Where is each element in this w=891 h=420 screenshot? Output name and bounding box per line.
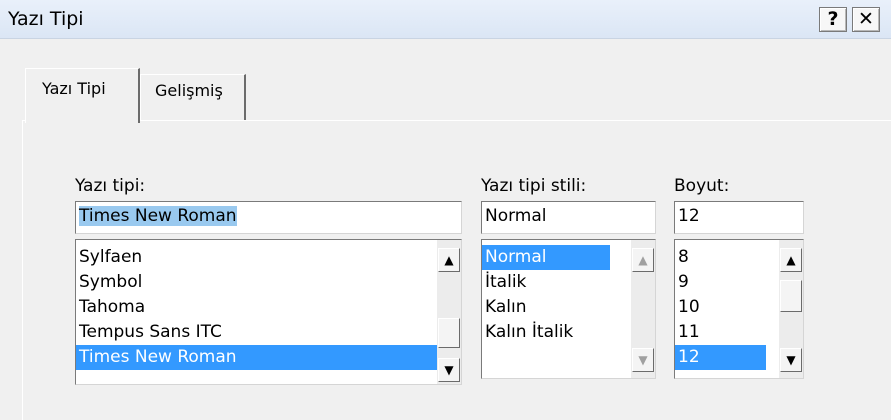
tab-advanced[interactable]: Gelişmiş [140,74,246,120]
size-scrollbar[interactable]: ▲ ▼ [779,240,803,378]
size-label: Boyut: [674,176,730,196]
list-item[interactable]: Sylfaen [76,245,461,270]
scroll-up-button[interactable]: ▲ [438,248,460,272]
help-button[interactable]: ? [819,7,847,32]
list-item[interactable]: Tahoma [76,295,461,320]
scroll-down-button[interactable]: ▼ [438,358,460,382]
font-style-input[interactable]: Normal [481,201,656,234]
scroll-down-icon: ▼ [444,363,454,377]
font-label: Yazı tipi: [75,176,146,196]
list-item[interactable]: Normal [482,245,610,270]
list-item[interactable]: 12 [675,345,766,370]
tab-advanced-label: Gelişmiş [155,81,223,100]
window-title: Yazı Tipi [8,8,84,30]
close-button[interactable]: ✕ [852,7,880,32]
font-style-scrollbar: ▲ ▼ [631,240,655,378]
font-input[interactable]: Times New Roman [75,201,462,234]
list-item[interactable]: Symbol [76,270,461,295]
list-item[interactable]: Kalın [482,295,655,320]
size-input[interactable]: 12 [674,201,804,234]
scroll-down-button[interactable]: ▼ [780,348,802,372]
font-style-list[interactable]: Normal İtalik Kalın Kalın İtalik ▲ ▼ [481,239,656,379]
title-bar: Yazı Tipi ? ✕ [0,0,891,39]
font-scrollbar[interactable]: ▲ ▼ [437,240,461,384]
scroll-up-button: ▲ [632,248,654,272]
scroll-down-icon: ▼ [786,353,796,367]
font-list[interactable]: Sylfaen Symbol Tahoma Tempus Sans ITC Ti… [75,239,462,385]
tab-font[interactable]: Yazı Tipi [25,68,140,123]
scroll-up-button[interactable]: ▲ [780,248,802,272]
list-item[interactable]: Times New Roman [76,345,461,370]
scroll-thumb[interactable] [438,318,460,348]
scroll-up-icon: ▲ [444,253,454,267]
font-input-value: Times New Roman [79,206,237,226]
scroll-thumb[interactable] [780,280,802,312]
tab-font-label: Yazı Tipi [42,79,106,98]
scroll-up-icon: ▲ [786,253,796,267]
close-icon: ✕ [858,8,874,30]
font-style-label: Yazı tipi stili: [481,176,587,196]
scroll-up-icon: ▲ [638,253,648,267]
list-item[interactable]: Tempus Sans ITC [76,320,461,345]
scroll-down-icon: ▼ [638,353,648,367]
list-item[interactable]: Kalın İtalik [482,320,655,345]
size-list[interactable]: 8 9 10 11 12 ▲ ▼ [674,239,804,379]
scroll-down-button: ▼ [632,348,654,372]
list-item[interactable]: İtalik [482,270,655,295]
